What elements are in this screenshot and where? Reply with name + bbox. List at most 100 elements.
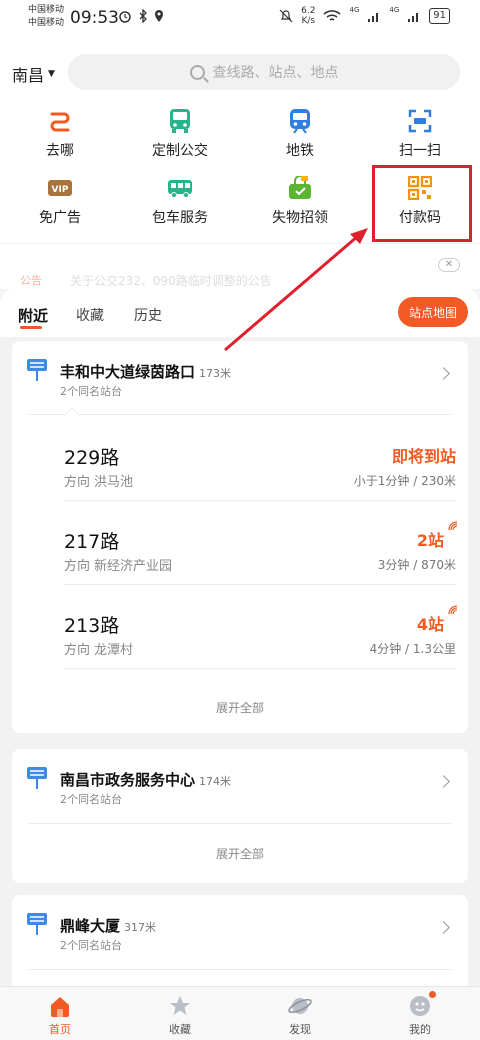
nav-home[interactable]: 首页 <box>0 993 120 1037</box>
notice-bar[interactable]: 公告 关于公交232、090路临时调整的公告 ✕ <box>0 243 480 289</box>
direction-name: 洪马池 <box>94 475 134 490</box>
bus-icon <box>166 108 194 134</box>
tab-favorites[interactable]: 收藏 <box>76 305 104 325</box>
quick-action-charter[interactable]: 包车服务 <box>120 175 240 227</box>
route-row[interactable]: 213路 方向 龙潭村 4站 4分钟 / 1.3公里 <box>12 585 468 669</box>
city-name: 南昌 <box>12 66 45 85</box>
stop-card: 丰和中大道绿茵路口 173米 2个同名站台 229路 方向 洪马池 即将到站 小于1… <box>12 341 468 733</box>
planet-icon <box>287 993 313 1019</box>
arrival-stops: 4站 <box>416 615 444 634</box>
nav-profile[interactable]: 我的 <box>360 991 480 1037</box>
carrier-1: 中国移动 <box>28 5 65 15</box>
carrier-labels: 中国移动 中国移动 <box>28 4 64 30</box>
network-speed: 6.2 K/s <box>301 6 315 26</box>
expand-all-button[interactable]: 展开全部 <box>12 699 468 716</box>
bottom-nav: 首页 收藏 发现 我的 <box>0 986 480 1040</box>
realtime-signal-icon <box>448 521 458 531</box>
tab-history[interactable]: 历史 <box>134 305 162 325</box>
signal-icon-2 <box>408 13 419 22</box>
notification-dot <box>429 991 436 998</box>
quick-action-lost-found[interactable]: 失物招领 <box>240 175 360 227</box>
divider <box>28 823 452 824</box>
quick-action-scan[interactable]: 扫一扫 <box>360 108 480 160</box>
quick-action-label: 包车服务 <box>152 210 208 226</box>
route-direction: 方向 龙潭村 <box>64 639 133 658</box>
realtime-signal-icon <box>448 605 458 615</box>
direction-prefix: 方向 <box>64 643 91 658</box>
status-icons <box>118 9 164 23</box>
expand-all-button[interactable]: 展开全部 <box>12 845 468 862</box>
charter-bus-icon <box>166 175 194 201</box>
stop-name: 鼎峰大厦 <box>60 917 121 935</box>
nav-label: 收藏 <box>169 1023 191 1036</box>
speed-unit: K/s <box>301 16 316 26</box>
stop-name-line: 丰和中大道绿茵路口 173米 <box>60 361 231 382</box>
close-icon[interactable]: ✕ <box>438 258 460 272</box>
station-map-button[interactable]: 站点地图 <box>398 297 468 327</box>
quick-action-label: 免广告 <box>39 210 81 226</box>
notice-tag: 公告 <box>20 274 42 287</box>
tab-indicator <box>20 326 42 329</box>
location-icon <box>155 10 163 22</box>
stop-card: 鼎峰大厦 317米 2个同名站台 <box>12 895 468 995</box>
stop-card: 南昌市政务服务中心 174米 2个同名站台 展开全部 <box>12 749 468 883</box>
nav-label: 我的 <box>409 1023 431 1036</box>
stop-header[interactable]: 南昌市政务服务中心 174米 2个同名站台 <box>12 749 468 819</box>
speed-value: 6.2 <box>301 6 316 16</box>
arrival-status: 2站 <box>417 521 458 551</box>
arrival-status: 4站 <box>416 605 458 635</box>
bus-stop-icon <box>27 913 47 935</box>
nav-label: 首页 <box>49 1023 71 1036</box>
nav-label: 发现 <box>289 1023 311 1036</box>
tab-nearby[interactable]: 附近 <box>18 305 48 326</box>
star-icon <box>167 993 193 1019</box>
signal-icon <box>368 13 379 22</box>
route-number: 217路 <box>64 531 120 553</box>
chevron-right-icon <box>437 775 450 788</box>
nearby-stops-list: 丰和中大道绿茵路口 173米 2个同名站台 229路 方向 洪马池 即将到站 小于1… <box>0 337 480 995</box>
quick-action-label: 去哪 <box>46 143 74 159</box>
quick-action-where[interactable]: 去哪 <box>0 108 120 160</box>
lost-found-icon <box>286 175 314 201</box>
status-bar: 中国移动 中国移动 09:53 6.2 K/s 4G 4G 91 <box>0 0 480 36</box>
route-direction: 方向 洪马池 <box>64 471 133 490</box>
quick-action-no-ads[interactable]: VIP 免广告 <box>0 175 120 227</box>
wifi-icon <box>323 10 342 21</box>
tabs-bar: 附近 收藏 历史 站点地图 <box>0 289 480 337</box>
stop-header[interactable]: 鼎峰大厦 317米 2个同名站台 <box>12 895 468 965</box>
status-right: 6.2 K/s 4G 4G 91 <box>279 6 450 26</box>
alarm-icon <box>119 11 131 23</box>
route-row[interactable]: 229路 方向 洪马池 即将到站 小于1分钟 / 230米 <box>12 417 468 501</box>
home-icon <box>47 993 73 1019</box>
direction-name: 龙潭村 <box>94 643 134 658</box>
stop-name: 丰和中大道绿茵路口 <box>60 363 196 381</box>
route-row[interactable]: 217路 方向 新经济产业园 2站 3分钟 / 870米 <box>12 501 468 585</box>
bluetooth-icon <box>139 9 147 23</box>
direction-prefix: 方向 <box>64 559 91 574</box>
direction-name: 新经济产业园 <box>94 559 173 574</box>
notice-text: 关于公交232、090路临时调整的公告 <box>70 274 272 286</box>
route-number: 213路 <box>64 615 120 637</box>
nav-discover[interactable]: 发现 <box>240 993 360 1037</box>
quick-action-label: 失物招领 <box>272 210 328 226</box>
quick-action-custom-bus[interactable]: 定制公交 <box>120 108 240 160</box>
search-placeholder: 查线路、站点、地点 <box>212 65 339 81</box>
arrival-eta: 3分钟 / 870米 <box>377 558 456 572</box>
quick-action-metro[interactable]: 地铁 <box>240 108 360 160</box>
stop-name: 南昌市政务服务中心 <box>60 771 196 789</box>
chevron-right-icon <box>437 367 450 380</box>
arrival-eta: 4分钟 / 1.3公里 <box>369 642 456 656</box>
search-icon <box>189 64 205 80</box>
route-direction: 方向 新经济产业园 <box>64 555 172 574</box>
arrival-status: 即将到站 <box>391 447 456 466</box>
nav-favorites[interactable]: 收藏 <box>120 993 240 1037</box>
bus-stop-icon <box>27 767 47 789</box>
divider <box>28 969 452 970</box>
stop-subtitle: 2个同名站台 <box>60 385 122 398</box>
city-selector[interactable]: 南昌 ▼ <box>12 62 55 86</box>
signal-label-2: 4G <box>389 6 400 14</box>
route-number: 229路 <box>64 447 120 469</box>
search-input[interactable]: 查线路、站点、地点 <box>68 54 460 90</box>
stop-header[interactable]: 丰和中大道绿茵路口 173米 2个同名站台 <box>12 341 468 411</box>
stop-subtitle: 2个同名站台 <box>60 793 122 806</box>
